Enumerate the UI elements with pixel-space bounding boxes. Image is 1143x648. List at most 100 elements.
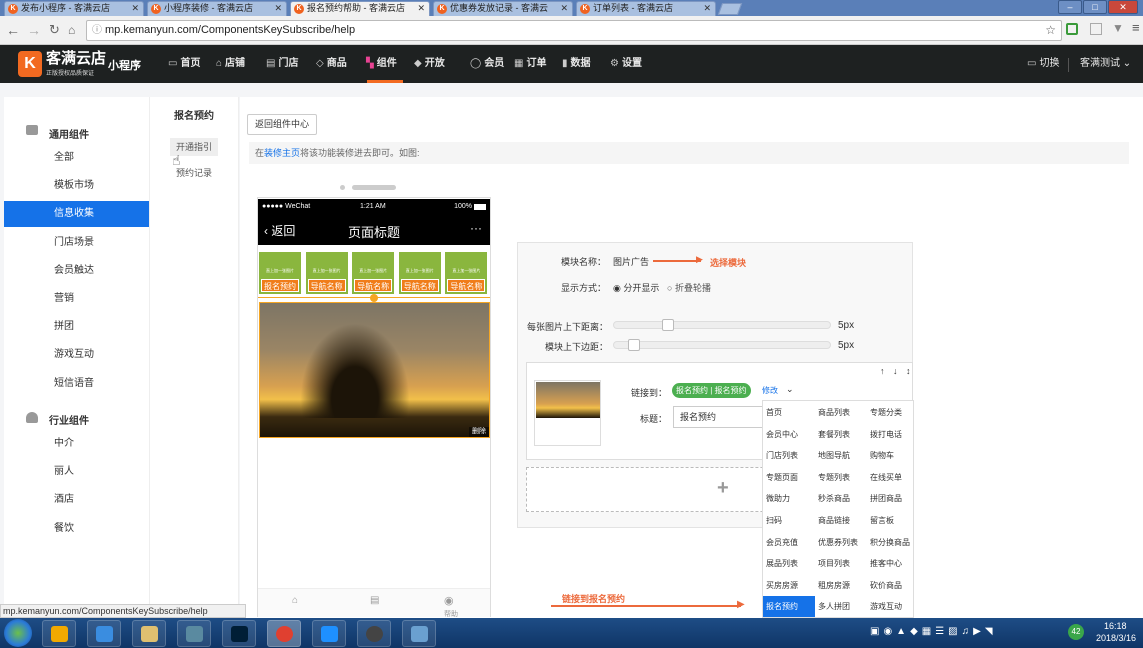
more-icon[interactable]: ··· [470,221,482,235]
menu-item-1[interactable]: ⌂ 店铺 [216,57,245,73]
clock-time[interactable]: 16:18 [1104,621,1127,631]
url-input[interactable]: ⓘ mp.kemanyun.com/ComponentsKeySubscribe… [86,20,1062,41]
link-option[interactable]: 门店列表 [763,445,815,466]
menu-item-7[interactable]: ▦ 订单 [514,57,546,73]
browser-tab[interactable]: K 小程序装修 - 客满云店 ✕ [147,1,287,16]
phone-nav-cell[interactable]: 直上加一张图片 导航名称 [397,251,442,295]
taskbar-button[interactable] [357,620,391,647]
sub-nav-records[interactable]: 预约记录 [176,166,212,179]
margin-slider[interactable] [613,341,831,349]
link-modify[interactable]: 修改 [762,385,778,396]
link-option[interactable]: 专题分类 [867,402,917,423]
sidebar-item[interactable]: 短信语音 [4,371,149,397]
margin-slider-knob[interactable] [628,339,640,351]
selection-handle[interactable] [370,294,378,302]
move-arrows-icon[interactable]: ↑ ↓ ↕ [880,366,914,376]
link-option[interactable]: 租房房源 [815,575,867,596]
phone-nav-cell[interactable]: 直上加一张图片 导航名称 [304,251,349,295]
sidebar-item[interactable]: 拼团 [4,314,149,340]
sidebar-item[interactable]: 营销 [4,286,149,312]
extension-icon[interactable] [1066,23,1078,35]
reload-icon[interactable]: ↻ [49,22,60,38]
taskbar-button[interactable] [222,620,256,647]
tab-user-icon[interactable]: ◉ [444,594,454,607]
spacing-slider[interactable] [613,321,831,329]
display-option-split[interactable]: ◉ 分开显示 [613,281,659,294]
link-option[interactable]: 专题页面 [763,467,815,488]
phone-nav-cell[interactable]: 直上加一张图片 导航名称 [351,251,396,295]
menu-item-2[interactable]: ▤ 门店 [266,57,298,73]
spacing-slider-knob[interactable] [662,319,674,331]
link-option[interactable]: 地图导航 [815,445,867,466]
menu-item-8[interactable]: ▮ 数据 [562,57,591,73]
forward-icon[interactable]: → [27,22,41,38]
link-option[interactable]: 套餐列表 [815,424,867,445]
home-icon[interactable]: ⌂ [68,22,75,38]
menu-item-5[interactable]: ◆ 开放 [414,57,445,73]
back-to-center-button[interactable]: 返回组件中心 [247,114,317,135]
tab-doc-icon[interactable]: ▤ [370,595,379,606]
tray-badge[interactable]: 42 [1068,624,1084,640]
maximize-button[interactable]: □ [1083,0,1107,14]
browser-tab[interactable]: K 报名预约帮助 - 客满云店 ✕ [290,1,430,16]
taskbar-button[interactable] [402,620,436,647]
menu-item-9[interactable]: ⚙ 设置 [610,57,642,73]
menu-item-3[interactable]: ◇ 商品 [316,57,347,73]
tab-close-icon[interactable]: ✕ [417,2,425,15]
link-option[interactable]: 商品链接 [815,510,867,531]
title-input[interactable]: 报名预约 [673,406,763,428]
link-option[interactable]: 购物车 [867,445,917,466]
link-option[interactable]: 扫码 [763,510,815,531]
clock-date[interactable]: 2018/3/16 [1096,633,1136,643]
tray-icons[interactable]: ▣◉▲◆▦☰▨♫▶◥ [870,626,997,637]
link-option[interactable]: 积分换商品 [867,532,917,553]
extension-icon-2[interactable] [1090,23,1102,35]
link-option[interactable]: 商品列表 [815,402,867,423]
sidebar-item[interactable]: 游戏互动 [4,342,149,368]
sidebar-item[interactable]: 门店场景 [4,230,149,256]
chevron-down-icon[interactable]: ⌄ [786,384,794,395]
taskbar-button[interactable] [312,620,346,647]
tab-close-icon[interactable]: ✕ [703,2,711,15]
taskbar-button[interactable] [267,620,301,647]
tab-home-icon[interactable]: ⌂ [292,595,298,606]
link-option[interactable]: 拼团商品 [867,488,917,509]
banner-image[interactable]: 删除 [259,302,490,438]
phone-back[interactable]: ‹ 返回 [264,222,295,239]
sidebar-item[interactable]: 会员触达 [4,258,149,284]
link-option[interactable]: 优惠券列表 [815,532,867,553]
link-option[interactable]: 首页 [763,402,815,423]
link-option[interactable]: 推客中心 [867,553,917,574]
minimize-button[interactable]: – [1058,0,1082,14]
decor-home-link[interactable]: 装修主页 [264,148,300,158]
phone-nav-cell[interactable]: 直上加一张图片 导航名称 [444,251,489,295]
browser-tab[interactable]: K 发布小程序 - 客满云店 ✕ [4,1,144,16]
phone-nav-cell[interactable]: 直上加一张图片 报名预约 [258,251,302,295]
link-option[interactable]: 会员中心 [763,424,815,445]
sidebar-item[interactable]: 模板市场 [4,173,149,199]
filter-icon[interactable]: ▼ [1112,21,1124,35]
link-option[interactable]: 项目列表 [815,553,867,574]
sidebar-item[interactable]: 全部 [4,145,149,171]
sidebar-item[interactable]: 信息收集 [4,201,149,228]
browser-tab[interactable]: K 优惠券发放记录 - 客满云 ✕ [433,1,573,16]
taskbar-button[interactable] [87,620,121,647]
browser-tab[interactable]: K 订单列表 - 客满云店 ✕ [576,1,716,16]
sidebar-item[interactable]: 餐饮 [4,516,149,542]
taskbar-button[interactable] [177,620,211,647]
link-option[interactable]: 报名预约 [763,596,815,618]
tab-close-icon[interactable]: ✕ [274,2,282,15]
link-option[interactable]: 多人拼团 [815,596,867,617]
sidebar-item[interactable]: 中介 [4,431,149,457]
image-thumb-frame[interactable] [534,380,601,446]
link-option[interactable]: 展品列表 [763,553,815,574]
link-option[interactable]: 秒杀商品 [815,488,867,509]
link-option[interactable]: 会员充值 [763,532,815,553]
link-option[interactable]: 专题列表 [815,467,867,488]
user-menu[interactable]: 客满测试 ⌄ [1080,57,1131,73]
start-button-icon[interactable] [4,619,32,647]
tab-close-icon[interactable]: ✕ [560,2,568,15]
link-option[interactable]: 拨打电话 [867,424,917,445]
menu-item-6[interactable]: ◯ 会员 [470,57,504,73]
tab-close-icon[interactable]: ✕ [131,2,139,15]
